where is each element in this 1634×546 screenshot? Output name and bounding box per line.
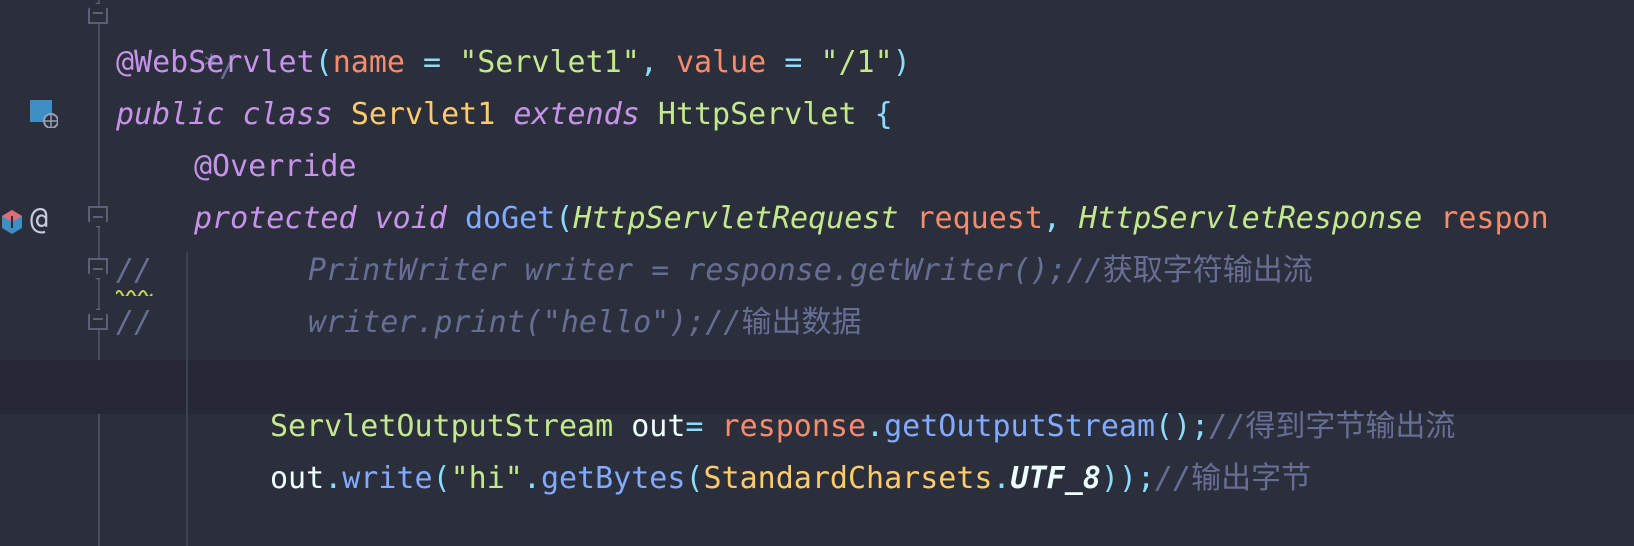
keyword: public xyxy=(116,97,225,132)
param-ref: response xyxy=(721,409,867,444)
comment-marker: // xyxy=(116,305,153,340)
code-line[interactable]: // xyxy=(116,296,152,350)
comment-code: PrintWriter writer = response.getWriter(… xyxy=(308,253,1103,288)
superclass-name: HttpServlet xyxy=(657,97,857,132)
code-line[interactable]: public class Servlet1 extends HttpServle… xyxy=(116,88,893,142)
variable: out xyxy=(631,409,686,444)
param-type: HttpServletResponse xyxy=(1079,201,1423,236)
param-name: respon xyxy=(1440,201,1549,236)
comma: , xyxy=(1042,201,1080,236)
code-line[interactable]: */ xyxy=(130,0,238,84)
fold-end-icon[interactable] xyxy=(88,308,108,330)
paren: ) xyxy=(892,45,911,80)
paren: ( xyxy=(314,45,333,80)
keyword: protected xyxy=(194,201,357,236)
method-name: doGet xyxy=(464,201,556,236)
keyword: extends xyxy=(513,97,640,132)
call-parens: )); xyxy=(1100,461,1156,496)
annotation-key: value xyxy=(675,45,767,80)
class-ref: StandardCharsets xyxy=(703,461,993,496)
comment-marker: // xyxy=(116,253,153,288)
code-line[interactable]: // xyxy=(116,244,152,298)
dot: . xyxy=(522,461,541,496)
comment-text: 输出字节 xyxy=(1191,461,1312,496)
comma: , xyxy=(639,45,676,80)
code-line-commented[interactable]: PrintWriter writer = response.getWriter(… xyxy=(308,244,1313,298)
code-line-commented[interactable]: writer.print("hello");//输出数据 xyxy=(308,296,861,350)
fold-start-icon[interactable] xyxy=(88,258,108,280)
call-parens: (); xyxy=(1155,409,1210,444)
string-literal: "Servlet1" xyxy=(459,45,640,80)
comment-text: 输出数据 xyxy=(741,305,862,340)
code-line[interactable]: protected void doGet(HttpServletRequest … xyxy=(194,192,1549,246)
implements-icon[interactable] xyxy=(0,208,24,236)
string-literal: "/1" xyxy=(820,45,893,80)
keyword: void xyxy=(374,201,447,236)
fold-start-icon[interactable] xyxy=(88,206,108,228)
operator: = xyxy=(685,409,722,444)
code-line[interactable]: @WebServlet(name = "Servlet1", value = "… xyxy=(116,36,911,90)
code-editor[interactable]: @ */ @WebServlet(name = "Servlet1", valu… xyxy=(0,0,1634,546)
keyword: class xyxy=(242,97,333,132)
brace: { xyxy=(874,97,893,132)
variable: out xyxy=(270,461,325,496)
code-line[interactable]: ServletOutputStream out= response.getOut… xyxy=(270,400,1455,454)
annotation-key: name xyxy=(332,45,405,80)
comment-marker: // xyxy=(1209,409,1246,444)
type-name: ServletOutputStream xyxy=(270,409,614,444)
operator: = xyxy=(405,45,460,80)
method-call: write xyxy=(342,461,433,496)
paren: ( xyxy=(432,461,451,496)
param-name: request xyxy=(916,201,1043,236)
code-line[interactable]: @Override xyxy=(194,140,357,194)
operator: = xyxy=(766,45,821,80)
annotation: @WebServlet xyxy=(116,45,315,80)
comment-text: 得到字节输出流 xyxy=(1245,409,1456,444)
comment-marker: // xyxy=(1155,461,1192,496)
annotation: @Override xyxy=(194,149,357,184)
dot: . xyxy=(324,461,343,496)
string-literal: "hi" xyxy=(450,461,523,496)
comment-text: 获取字符输出流 xyxy=(1102,253,1313,288)
paren: ( xyxy=(555,201,574,236)
comment-code: writer.print("hello");// xyxy=(308,305,742,340)
class-name: Servlet1 xyxy=(350,97,496,132)
indent-guide xyxy=(186,252,188,546)
method-call: getBytes xyxy=(540,461,686,496)
dot: . xyxy=(866,409,885,444)
code-line[interactable]: out.write("hi".getBytes(StandardCharsets… xyxy=(270,452,1311,506)
fold-end-icon[interactable] xyxy=(88,2,108,24)
servlet-icon[interactable] xyxy=(30,100,58,128)
dot: . xyxy=(992,461,1011,496)
paren: ( xyxy=(685,461,704,496)
param-type: HttpServletRequest xyxy=(573,201,899,236)
constant: UTF_8 xyxy=(1010,461,1101,496)
override-at-icon[interactable]: @ xyxy=(30,200,48,240)
method-call: getOutputStream xyxy=(884,409,1156,444)
